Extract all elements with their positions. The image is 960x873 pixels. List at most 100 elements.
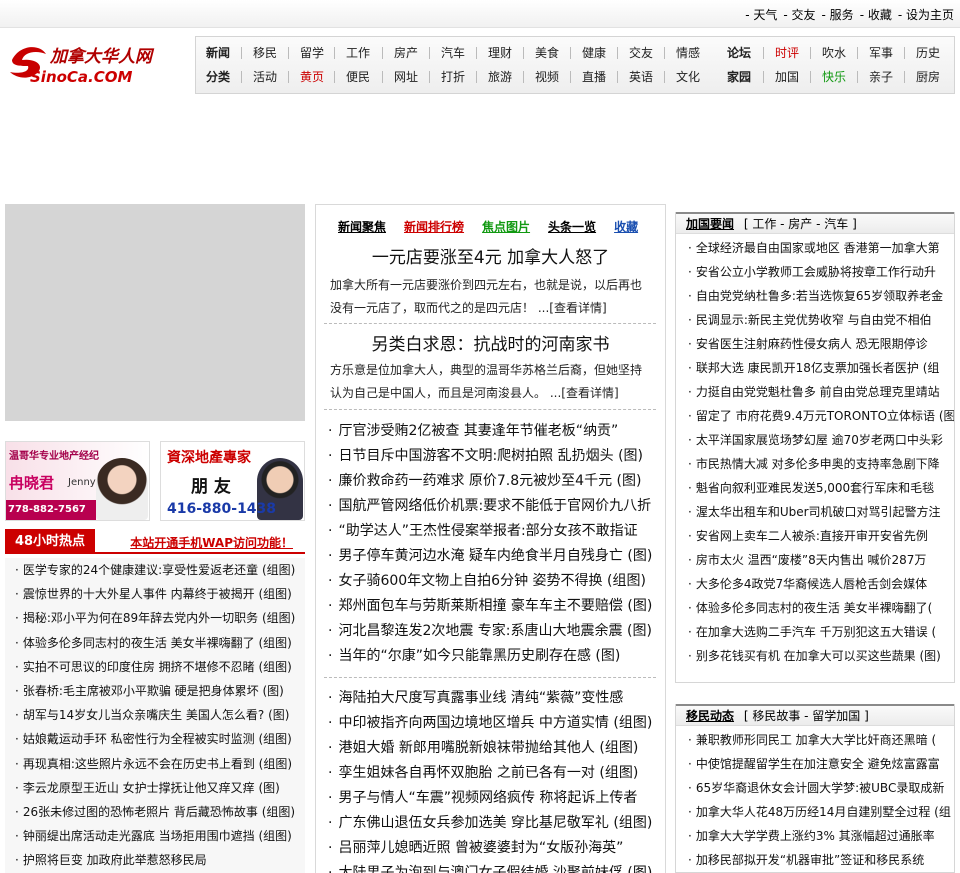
- nav-item[interactable]: 亲子: [867, 68, 895, 86]
- news-item[interactable]: 厅官涉受贿2亿被查 其妻逢年节催老板“纳贡”: [328, 419, 664, 444]
- weather-link[interactable]: - 天气: [745, 6, 777, 23]
- nav-item[interactable]: 历史: [914, 44, 942, 62]
- news-item[interactable]: “助学达人”王杰性侵案举报者:部分女孩不敢指证: [328, 519, 664, 544]
- nav-item[interactable]: 理财: [486, 44, 514, 62]
- realtor-ad-right[interactable]: 資深地產專家 朋 友 416-880-1438: [160, 441, 305, 521]
- news-item[interactable]: 海陆拍大尺度写真露事业线 清纯“紫薇”变性感: [328, 686, 664, 711]
- canada-news-item[interactable]: 渥太华出租车和Uber司机破口对骂引起警方注: [676, 500, 954, 524]
- nav-item[interactable]: 网址: [392, 68, 420, 86]
- dating-link[interactable]: - 交友: [783, 6, 815, 23]
- news-item[interactable]: 郑州面包车与劳斯莱斯相撞 豪车车主不要赔偿 (图): [328, 594, 664, 619]
- canada-news-item[interactable]: 在加拿大选购二手汽车 千万别犯这五大错误 (: [676, 620, 954, 644]
- news-item[interactable]: 男子与情人“车震”视频网络疯传 称将起诉上传者: [328, 786, 664, 811]
- immigration-news-item[interactable]: 中使馆提醒留学生在加注意安全 避免炫富露富: [676, 752, 954, 776]
- tab-news-ranking[interactable]: 新闻排行榜: [404, 218, 464, 235]
- ad-banner-placeholder[interactable]: [5, 204, 305, 421]
- nav-item[interactable]: 视频: [533, 68, 561, 86]
- hot-news-item[interactable]: 钟丽缇出席活动走光露底 当场拒用围巾遮挡 (组图): [5, 824, 305, 848]
- nav-item[interactable]: 便民: [344, 68, 372, 86]
- hot-news-item[interactable]: 护照将巨变 加政府此举惹怒移民局: [5, 848, 305, 872]
- news-item[interactable]: 河北昌黎连发2次地震 专家:系唐山大地震余震 (图): [328, 619, 664, 644]
- nav-item[interactable]: 家园: [725, 68, 753, 86]
- nav-item[interactable]: 加国: [773, 68, 801, 86]
- nav-item[interactable]: 活动: [251, 68, 279, 86]
- nav-item[interactable]: 打折: [439, 68, 467, 86]
- news-item[interactable]: 当年的“尔康”如今只能靠黑历史刷存在感 (图): [328, 644, 664, 669]
- nav-item[interactable]: 吹水: [820, 44, 848, 62]
- nav-item[interactable]: 交友: [627, 44, 655, 62]
- immigration-sublinks[interactable]: [ 移民故事 - 留学加国 ]: [744, 709, 869, 723]
- hot-news-item[interactable]: 张春桥:毛主席被邓小平欺骗 硬是把身体累坏 (图): [5, 679, 305, 703]
- immigration-news-item[interactable]: 加拿大大学学费上涨约3% 其涨幅超过通胀率: [676, 824, 954, 848]
- news-item[interactable]: 港姐大婚 新郎用嘴脱新娘袜带抛给其他人 (组图): [328, 736, 664, 761]
- hot-news-item[interactable]: 姑娘戴运动手环 私密性行为全程被实时监测 (组图): [5, 727, 305, 751]
- tab-headlines[interactable]: 头条一览: [548, 218, 596, 235]
- canada-news-item[interactable]: 力挺自由党党魁杜鲁多 前自由党总理克里靖站: [676, 380, 954, 404]
- nav-item[interactable]: 美食: [533, 44, 561, 62]
- nav-item[interactable]: 文化: [674, 68, 702, 86]
- hot-news-item[interactable]: 李云龙原型王近山 女护士撑抚让他又痒又痒 (图): [5, 776, 305, 800]
- nav-item[interactable]: 军事: [867, 44, 895, 62]
- realtor-ad-left[interactable]: 温哥华专业地产经纪 冉晓君 Jenny 778-882-7567: [5, 441, 150, 521]
- nav-item[interactable]: 快乐: [820, 68, 848, 86]
- news-item[interactable]: 孪生姐妹各自再怀双胞胎 之前已各有一对 (组图): [328, 761, 664, 786]
- hot-news-item[interactable]: 26张未修过图的恐怖老照片 背后藏恐怖故事 (组图): [5, 800, 305, 824]
- nav-item[interactable]: 工作: [344, 44, 372, 62]
- news-item[interactable]: 吕丽萍儿媳晒近照 曾被婆婆封为“女版孙海英”: [328, 836, 664, 861]
- nav-item[interactable]: 移民: [251, 44, 279, 62]
- hot-news-item[interactable]: 实拍不可思议的印度住房 拥挤不堪修不忍睹 (组图): [5, 655, 305, 679]
- nav-item[interactable]: 厨房: [914, 68, 942, 86]
- nav-item[interactable]: 汽车: [439, 44, 467, 62]
- tab-news-focus[interactable]: 新闻聚焦: [338, 218, 386, 235]
- news-item[interactable]: 男子停车黄河边水淹 疑车内绝食半月自残身亡 (图): [328, 544, 664, 569]
- nav-item[interactable]: 直播: [580, 68, 608, 86]
- canada-news-item[interactable]: 安省网上卖车二人被杀:直接开审开安省先例: [676, 524, 954, 548]
- nav-item[interactable]: 情感: [674, 44, 702, 62]
- news-item[interactable]: 中印被指齐向两国边境地区增兵 中方道实情 (组图): [328, 711, 664, 736]
- site-logo[interactable]: 加拿大华人网 SinoCa.COM: [6, 40, 186, 92]
- nav-item[interactable]: 分类: [204, 68, 232, 86]
- hot-48h-tab[interactable]: 48小时热点: [5, 529, 95, 554]
- hot-news-item[interactable]: 体验多伦多同志村的夜生活 美女半裸嗨翻了 (组图): [5, 631, 305, 655]
- headline-1[interactable]: 一元店要涨至4元 加拿大人怒了: [316, 243, 665, 268]
- canada-news-item[interactable]: 市民热情大减 对多伦多申奥的支持率急剧下降: [676, 452, 954, 476]
- immigration-title[interactable]: 移民动态: [686, 709, 734, 723]
- canada-news-item[interactable]: 民调显示:新民主党优势收窄 与自由党不相伯: [676, 308, 954, 332]
- canada-news-item[interactable]: 全球经济最自由国家或地区 香港第一加拿大第: [676, 236, 954, 260]
- canada-news-item[interactable]: 大多伦多4政党7华裔候选人唇枪舌剑会媒体: [676, 572, 954, 596]
- immigration-news-item[interactable]: 65岁华裔退休女会计圆大学梦:被UBC录取成新: [676, 776, 954, 800]
- news-item[interactable]: 大陆男子为泡到与澳门女子假结婚 沙聚前妹俘 (图): [328, 861, 664, 873]
- canada-news-item[interactable]: 联邦大选 康民凯开18亿支票加强长者医护 (组: [676, 356, 954, 380]
- wap-access-link[interactable]: 本站开通手机WAP访问功能！: [130, 534, 293, 551]
- nav-item[interactable]: 论坛: [725, 44, 753, 62]
- nav-item[interactable]: 健康: [580, 44, 608, 62]
- canada-news-item[interactable]: 别多花钱买有机 在加拿大可以买这些蔬果 (图): [676, 644, 954, 668]
- canada-news-item[interactable]: 体验多伦多同志村的夜生活 美女半裸嗨翻了(: [676, 596, 954, 620]
- canada-news-item[interactable]: 安省公立小学教师工会威胁将按章工作行动升: [676, 260, 954, 284]
- news-item[interactable]: 女子骑600年文物上自拍6分钟 姿势不得换 (组图): [328, 569, 664, 594]
- news-item[interactable]: 廉价救命药一药难求 原价7.8元被炒至4千元 (图): [328, 469, 664, 494]
- bookmark-link[interactable]: 收藏: [614, 218, 638, 235]
- nav-item[interactable]: 留学: [298, 44, 326, 62]
- headline-2[interactable]: 另类白求恩：抗战时的河南家书: [316, 330, 665, 355]
- hot-news-item[interactable]: 医学专家的24个健康建议:享受性爱返老还童 (组图): [5, 558, 305, 582]
- set-homepage-link[interactable]: - 设为主页: [898, 6, 954, 23]
- nav-item[interactable]: 房产: [392, 44, 420, 62]
- immigration-news-item[interactable]: 兼职教师形同民工 加拿大大学比奸商还黑暗 (: [676, 728, 954, 752]
- tab-focus-images[interactable]: 焦点图片: [482, 218, 530, 235]
- nav-item[interactable]: 新闻: [204, 44, 232, 62]
- nav-item[interactable]: 时评: [773, 44, 801, 62]
- canada-news-item[interactable]: 房市太火 温西“废楼”8天内售出 喊价287万: [676, 548, 954, 572]
- hot-news-item[interactable]: 揭秘:邓小平为何在89年辞去党内外一切职务 (组图): [5, 606, 305, 630]
- hot-news-item[interactable]: 再现真相:这些照片永远不会在历史书上看到 (组图): [5, 752, 305, 776]
- nav-item[interactable]: 英语: [627, 68, 655, 86]
- hot-news-item[interactable]: 胡军与14岁女儿当众亲嘴庆生 美国人怎么看? (图): [5, 703, 305, 727]
- canada-news-item[interactable]: 安省医生注射麻药性侵女病人 恐无限期停诊: [676, 332, 954, 356]
- hot-news-item[interactable]: 震惊世界的十大外星人事件 内幕终于被揭开 (组图): [5, 582, 305, 606]
- bookmark-link[interactable]: - 收藏: [860, 6, 892, 23]
- canada-news-item[interactable]: 自由党党纳杜鲁多:若当选恢复65岁领取养老金: [676, 284, 954, 308]
- immigration-news-item[interactable]: 加移民部拟开发“机器审批”签证和移民系统: [676, 848, 954, 872]
- news-item[interactable]: 日节目斥中国游客不文明:爬树拍照 乱扔烟头 (图): [328, 444, 664, 469]
- nav-item[interactable]: 旅游: [486, 68, 514, 86]
- immigration-news-item[interactable]: 加拿大华人花48万历经14月自建别墅全过程 (组: [676, 800, 954, 824]
